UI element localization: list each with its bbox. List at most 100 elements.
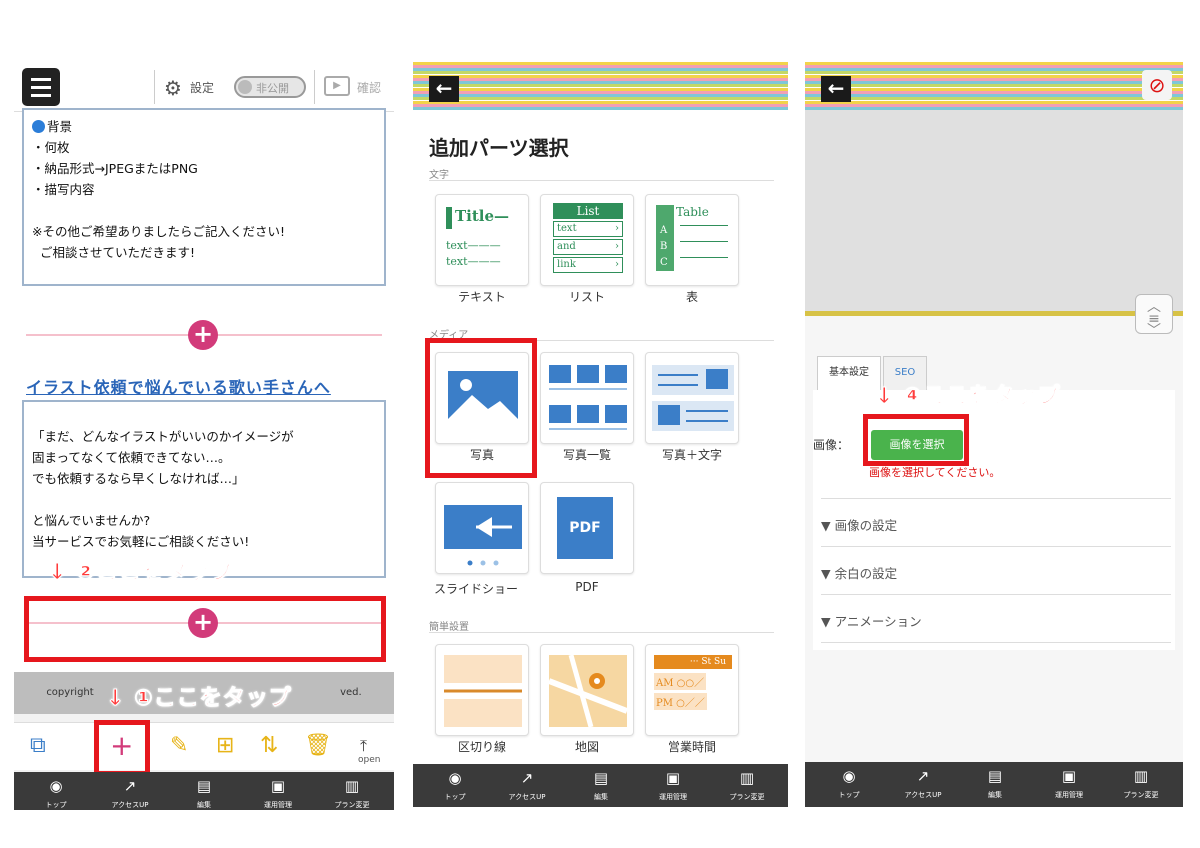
annotation-step-4: ↓ ④ここをタップ [875,384,1061,410]
annotation-step-1: ↓ ①ここをタップ [106,686,292,712]
page-title: 追加パーツ選択 [429,136,569,160]
tab-basic-settings[interactable]: 基本設定 [817,356,881,390]
part-label: 営業時間 [667,740,716,754]
document-icon: ▤ [196,777,212,795]
circle-icon: ◉ [49,777,63,795]
divider [821,642,1171,643]
nav-edit[interactable]: ▤ 編集 [571,768,631,802]
section-heading[interactable]: イラスト依頼で悩んでいる歌い手さんへ [26,374,331,398]
nav-access-up[interactable]: ↗ アクセスUP [893,766,953,800]
part-photo-list[interactable] [540,352,634,444]
nav-top[interactable]: ◉ トップ [819,766,879,800]
bottom-nav: ◉ トップ ↗ アクセスUP ▤ 編集 ▣ 運用管理 ▥ プラン変更 [805,762,1183,807]
chart-icon: ↗ [916,767,930,785]
nav-operations[interactable]: ▣ 運用管理 [1039,766,1099,800]
stripe-header: ← [413,62,788,110]
hamburger-menu-button[interactable] [22,68,60,106]
pencil-icon[interactable]: ✎ [170,733,188,759]
editor-top-bar: ⚙ 設定 非公開 ▶ 確認 [14,62,394,112]
part-hours[interactable]: ··· St Su AM ○○／ PM ○／／ [645,644,739,736]
text-line: ※その他ご希望ありましたらご記入ください! [32,224,285,239]
drag-handle-icon[interactable]: ︿ ≡ ﹀ [1135,294,1173,338]
nav-operations[interactable]: ▣ 運用管理 [643,768,703,802]
part-list[interactable]: List text › and › link › [540,194,634,286]
mini-hours-row: AM ○○／ [654,673,707,690]
mini-list-head: List [553,203,623,219]
id-card-icon: ▣ [665,769,681,787]
validation-error: 画像を選択してください。 [869,466,1001,479]
confirm-label[interactable]: 確認 [357,79,381,96]
map-icon [547,654,629,728]
edit-toolbar: ⧉ + ✎ ⊞ ⇅ 🗑 ⤒ open [14,722,394,770]
gear-icon[interactable]: ⚙ [164,76,182,100]
add-part-plus-icon[interactable]: + [188,320,218,350]
highlight-frame [425,338,537,478]
plan-icon: ▥ [1133,767,1149,785]
toggle-label: 非公開 [256,82,289,95]
text-line: 固まってなくて依頼できてない…。 [32,450,231,465]
stripe-header: ← ⊘ [805,62,1183,110]
nav-top[interactable]: ◉ トップ [425,768,485,802]
accordion-image-settings[interactable]: ▼ 画像の設定 [821,515,897,534]
nav-edit[interactable]: ▤ 編集 [174,776,234,810]
part-label: リスト [568,290,605,304]
bullet-icon [32,120,45,133]
sort-icon[interactable]: ⇅ [260,733,278,759]
part-label: 区切り線 [457,740,506,754]
add-part-panel: ← 追加パーツ選択 文字 Title— text——— text——— List… [413,62,788,807]
nav-operations[interactable]: ▣ 運用管理 [248,776,308,810]
settings-label[interactable]: 設定 [190,79,214,96]
part-label: テキスト [458,290,506,304]
text-line: でも依頼するなら早くしなければ…」 [32,471,245,486]
part-slideshow[interactable] [435,482,529,574]
nav-plan-change[interactable]: ▥ プラン変更 [322,776,382,810]
part-map[interactable] [540,644,634,736]
circle-icon: ◉ [842,767,856,785]
mini-table-row: C [660,257,668,268]
back-arrow-icon[interactable]: ← [821,76,851,102]
text-line: 当サービスでお気軽にご相談ください! [32,534,250,549]
prohibit-icon[interactable]: ⊘ [1142,70,1172,100]
part-divider[interactable] [435,644,529,736]
circle-icon: ◉ [448,769,462,787]
part-label: 表 [685,290,698,304]
back-arrow-icon[interactable]: ← [429,76,459,102]
nav-plan-change[interactable]: ▥ プラン変更 [1111,766,1171,800]
mini-hours-row: PM ○／／ [654,693,707,710]
preview-icon[interactable]: ▶ [324,76,350,96]
part-text[interactable]: Title— text——— text——— [435,194,529,286]
text-line: ・納品形式→JPEGまたはPNG [32,161,198,176]
copy-icon[interactable]: ⧉ [30,733,46,759]
image-field-label: 画像： [813,438,850,452]
accordion-margin-settings[interactable]: ▼ 余白の設定 [821,563,897,582]
text-line: ・描写内容 [32,182,95,197]
nav-plan-change[interactable]: ▥ プラン変更 [717,768,777,802]
chart-icon: ↗ [520,769,534,787]
text-block[interactable]: 「まだ、どんなイラストがいいのかイメージが 固まってなくて依頼できてない…。 で… [22,400,386,578]
copyright-text: copyright [46,687,94,698]
highlight-frame [24,596,386,662]
part-pdf[interactable]: PDF [540,482,634,574]
part-photo-text[interactable] [645,352,739,444]
publish-toggle[interactable]: 非公開 [234,76,306,98]
nav-top[interactable]: ◉ トップ [26,776,86,810]
annotation-step-2: ↓ ②ここをタップ [48,560,234,586]
plan-icon: ▥ [739,769,755,787]
nav-edit[interactable]: ▤ 編集 [965,766,1025,800]
text-block[interactable]: 背景 ・何枚 ・納品形式→JPEGまたはPNG ・描写内容 ※その他ご希望ありま… [22,108,386,286]
toggle-knob [238,80,252,94]
photo-text-icon [652,365,734,431]
trash-icon[interactable]: 🗑 [304,733,332,759]
divider [429,632,774,633]
nav-access-up[interactable]: ↗ アクセスUP [497,768,557,802]
mini-list-item: link › [553,257,623,273]
editor-panel: ⚙ 設定 非公開 ▶ 確認 背景 ・何枚 ・納品形式→JPEGまたはPNG ・描… [14,62,394,810]
text-line [32,200,376,221]
text-line: 背景 [32,116,376,137]
image-preview-area [805,110,1183,316]
nav-access-up[interactable]: ↗ アクセスUP [100,776,160,810]
part-table[interactable]: Table A B C [645,194,739,286]
accordion-animation[interactable]: ▼ アニメーション [821,611,922,630]
insert-icon[interactable]: ⊞ [216,733,234,759]
id-card-icon: ▣ [1061,767,1077,785]
